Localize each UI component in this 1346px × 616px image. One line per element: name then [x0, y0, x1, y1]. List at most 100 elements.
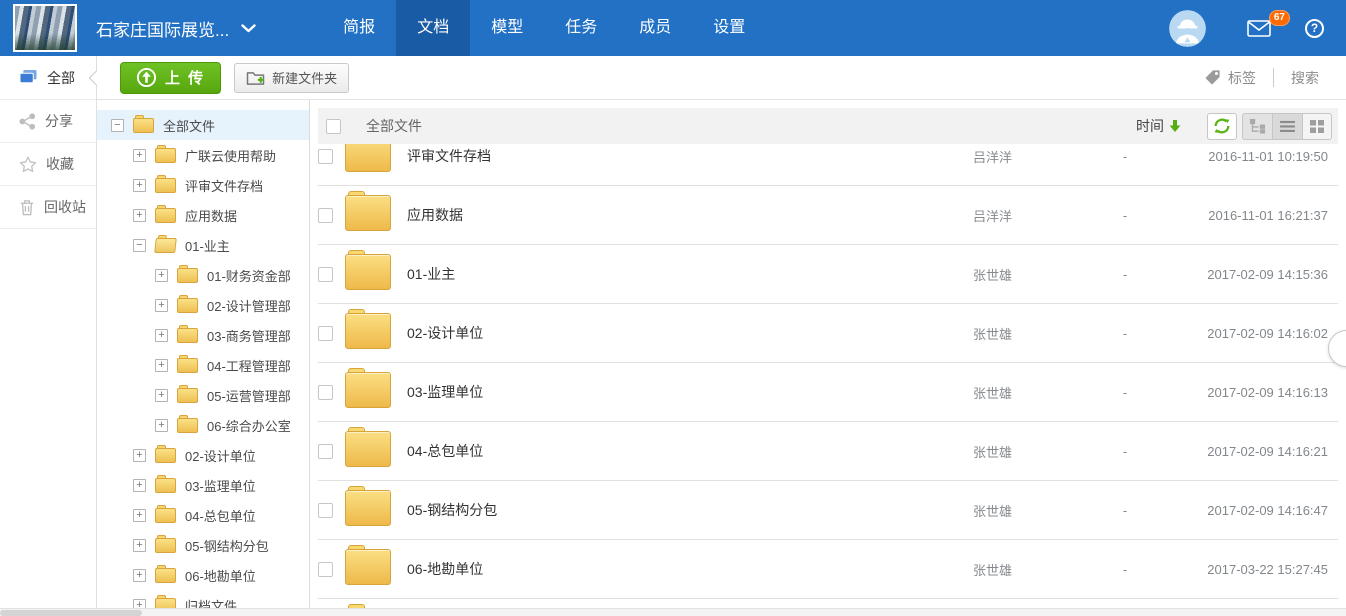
- star-icon: [19, 156, 37, 173]
- file-name[interactable]: 03-监理单位: [407, 382, 973, 402]
- tree-item[interactable]: + 02-设计单位: [97, 440, 309, 470]
- file-row[interactable]: 04-总包单位 张世雄 - 2017-02-09 14:16:21: [318, 422, 1338, 481]
- search-button[interactable]: 搜索: [1291, 68, 1319, 88]
- sort-desc-icon: [1169, 120, 1181, 132]
- tags-button[interactable]: 标签: [1204, 68, 1256, 88]
- tree-item[interactable]: + 05-运营管理部: [97, 380, 309, 410]
- row-checkbox[interactable]: [318, 503, 333, 518]
- view-toggle-group: [1242, 113, 1332, 140]
- row-checkbox[interactable]: [318, 208, 333, 223]
- expander-icon[interactable]: +: [133, 179, 146, 192]
- expander-icon[interactable]: −: [111, 119, 124, 132]
- tree-item[interactable]: − 全部文件: [97, 110, 309, 140]
- expander-icon[interactable]: +: [155, 419, 168, 432]
- expander-icon[interactable]: +: [133, 479, 146, 492]
- expander-icon[interactable]: +: [155, 359, 168, 372]
- expander-icon[interactable]: +: [133, 599, 146, 609]
- nav-item-models[interactable]: 模型: [470, 0, 544, 56]
- toolbar: 上 传 新建文件夹 标签: [97, 56, 1346, 100]
- file-row[interactable]: 应用数据 吕洋洋 - 2016-11-01 16:21:37: [318, 186, 1338, 245]
- row-checkbox[interactable]: [318, 149, 333, 164]
- new-folder-label: 新建文件夹: [272, 68, 337, 87]
- folder-icon: [345, 490, 391, 526]
- nav-item-settings[interactable]: 设置: [692, 0, 766, 56]
- mail-icon: [1247, 20, 1271, 37]
- sidebar-item-favorites[interactable]: 收藏: [0, 143, 96, 186]
- sidebar-item-recycle[interactable]: 回收站: [0, 186, 96, 229]
- row-checkbox[interactable]: [318, 326, 333, 341]
- tree-item[interactable]: + 应用数据: [97, 200, 309, 230]
- tree-item[interactable]: + 05-钢结构分包: [97, 530, 309, 560]
- nav-item-members[interactable]: 成员: [618, 0, 692, 56]
- right-column: 上 传 新建文件夹 标签: [97, 56, 1346, 608]
- nav-item-tasks[interactable]: 任务: [544, 0, 618, 56]
- tree-item[interactable]: + 06-综合办公室: [97, 410, 309, 440]
- nav-item-briefing[interactable]: 简报: [322, 0, 396, 56]
- tree-item[interactable]: + 归档文件: [97, 590, 309, 608]
- expander-icon[interactable]: +: [133, 149, 146, 162]
- file-row[interactable]: 06-地勘单位 张世雄 - 2017-03-22 15:27:45: [318, 540, 1338, 599]
- sidebar-item-share[interactable]: 分享: [0, 100, 96, 143]
- app-window: 石家庄国际展览... 简报 文档 模型 任务 成员 设置: [0, 0, 1346, 616]
- file-name[interactable]: 04-总包单位: [407, 441, 973, 461]
- expander-icon[interactable]: +: [133, 449, 146, 462]
- mail-button[interactable]: 67: [1247, 20, 1271, 37]
- file-name[interactable]: 01-业主: [407, 264, 973, 284]
- row-checkbox[interactable]: [318, 562, 333, 577]
- project-switcher[interactable]: 石家庄国际展览...: [96, 16, 256, 41]
- tree-item[interactable]: + 06-地勘单位: [97, 560, 309, 590]
- tree-view-button[interactable]: [1242, 113, 1272, 140]
- file-name[interactable]: 评审文件存档: [407, 146, 973, 166]
- file-name[interactable]: 06-地勘单位: [407, 559, 973, 579]
- file-name[interactable]: 05-钢结构分包: [407, 500, 973, 520]
- expander-icon[interactable]: +: [133, 209, 146, 222]
- file-row[interactable]: 05-钢结构分包 张世雄 - 2017-02-09 14:16:47: [318, 481, 1338, 540]
- tree-item-label: 06-综合办公室: [207, 416, 291, 435]
- expander-icon[interactable]: +: [155, 329, 168, 342]
- file-row[interactable]: 02-设计单位 张世雄 - 2017-02-09 14:16:02: [318, 304, 1338, 363]
- expander-icon[interactable]: +: [133, 509, 146, 522]
- tree-item[interactable]: + 广联云使用帮助: [97, 140, 309, 170]
- tree-item[interactable]: + 02-设计管理部: [97, 290, 309, 320]
- tree-item[interactable]: + 04-工程管理部: [97, 350, 309, 380]
- row-checkbox[interactable]: [318, 444, 333, 459]
- sort-by-time[interactable]: 时间: [1136, 116, 1181, 136]
- topbar-right: 67 ?: [1169, 10, 1346, 47]
- expander-icon[interactable]: +: [155, 389, 168, 402]
- help-icon[interactable]: ?: [1305, 19, 1324, 38]
- file-name[interactable]: 应用数据: [407, 205, 973, 225]
- sidebar-item-all[interactable]: 全部: [0, 56, 96, 100]
- tree-item[interactable]: + 01-财务资金部: [97, 260, 309, 290]
- scrollbar-thumb[interactable]: [0, 610, 142, 616]
- list-view-button[interactable]: [1272, 113, 1302, 140]
- upload-button[interactable]: 上 传: [120, 62, 221, 94]
- expander-icon[interactable]: +: [133, 569, 146, 582]
- expander-icon[interactable]: −: [133, 239, 146, 252]
- file-row[interactable]: [318, 599, 1338, 608]
- folder-icon: [155, 478, 176, 493]
- file-name[interactable]: 02-设计单位: [407, 323, 973, 343]
- tree-item-label: 广联云使用帮助: [185, 146, 276, 165]
- new-folder-button[interactable]: 新建文件夹: [234, 63, 349, 93]
- file-row[interactable]: 01-业主 张世雄 - 2017-02-09 14:15:36: [318, 245, 1338, 304]
- grid-view-button[interactable]: [1302, 113, 1332, 140]
- tree-item[interactable]: + 04-总包单位: [97, 500, 309, 530]
- select-all-checkbox[interactable]: [326, 119, 341, 134]
- expander-icon[interactable]: +: [155, 269, 168, 282]
- top-nav: 简报 文档 模型 任务 成员 设置: [322, 0, 766, 56]
- tree-item[interactable]: − 01-业主: [97, 230, 309, 260]
- tree-item[interactable]: + 03-商务管理部: [97, 320, 309, 350]
- row-checkbox[interactable]: [318, 385, 333, 400]
- tree-item[interactable]: + 03-监理单位: [97, 470, 309, 500]
- refresh-button[interactable]: [1207, 113, 1237, 140]
- project-logo-image[interactable]: [13, 4, 77, 52]
- tree-item[interactable]: + 评审文件存档: [97, 170, 309, 200]
- expander-icon[interactable]: +: [133, 539, 146, 552]
- file-time: 2017-03-22 15:27:45: [1140, 562, 1338, 577]
- expander-icon[interactable]: +: [155, 299, 168, 312]
- nav-item-documents[interactable]: 文档: [396, 0, 470, 56]
- folder-icon: [177, 328, 198, 343]
- avatar[interactable]: [1169, 10, 1206, 47]
- row-checkbox[interactable]: [318, 267, 333, 282]
- file-row[interactable]: 03-监理单位 张世雄 - 2017-02-09 14:16:13: [318, 363, 1338, 422]
